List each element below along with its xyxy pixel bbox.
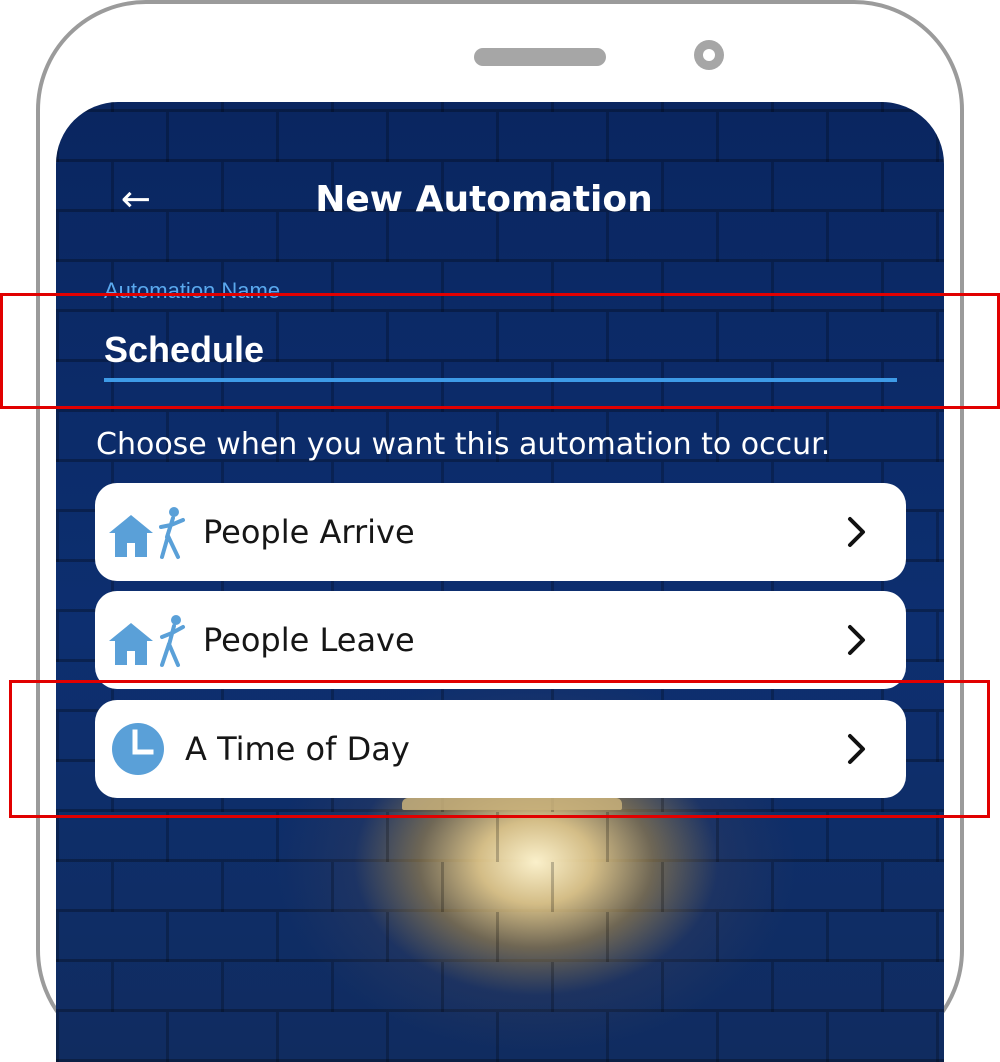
- automation-name-label: Automation Name: [104, 278, 281, 303]
- trigger-prompt: Choose when you want this automation to …: [96, 427, 831, 462]
- wall-lamp: [402, 798, 622, 810]
- option-label: People Leave: [203, 621, 415, 659]
- chevron-right-icon: [848, 625, 865, 655]
- phone-speaker: [474, 48, 606, 66]
- brick-wall-background-offset: [56, 102, 944, 1062]
- automation-name-underline: [104, 378, 897, 382]
- option-time-of-day[interactable]: A Time of Day: [95, 700, 906, 798]
- clock-icon: [112, 723, 164, 775]
- option-people-arrive[interactable]: People Arrive: [95, 483, 906, 581]
- house-person-arrive-icon: [109, 507, 185, 559]
- option-label: A Time of Day: [185, 730, 410, 768]
- app-screen: [56, 102, 944, 1062]
- house-person-leave-icon: [109, 615, 185, 667]
- chevron-right-icon: [848, 517, 865, 547]
- brick-wall-background: [56, 102, 944, 1062]
- option-people-leave[interactable]: People Leave: [95, 591, 906, 689]
- phone-camera: [694, 40, 724, 70]
- back-arrow-icon[interactable]: ←: [112, 180, 160, 220]
- page-title: New Automation: [315, 179, 653, 220]
- automation-name-input[interactable]: [104, 324, 894, 376]
- chevron-right-icon: [848, 734, 865, 764]
- option-label: People Arrive: [203, 513, 415, 551]
